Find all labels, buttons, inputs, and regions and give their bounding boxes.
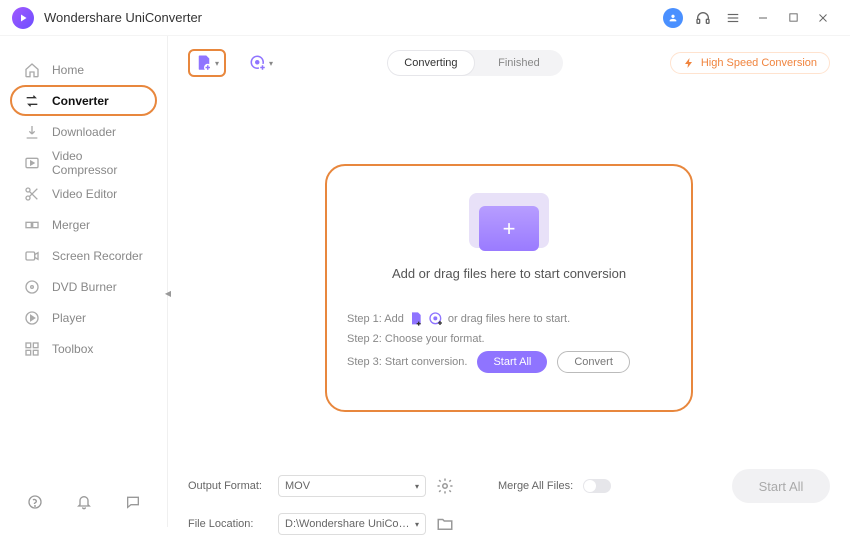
sidebar-item-downloader[interactable]: Downloader [0, 116, 167, 147]
bolt-icon [683, 57, 695, 69]
merge-files-label: Merge All Files: [498, 480, 573, 492]
steps: Step 1: Add or drag files here to start.… [343, 311, 675, 373]
sidebar-item-label: Downloader [52, 125, 116, 139]
grid-icon [24, 341, 40, 357]
add-disc-button[interactable]: ▾ [242, 49, 280, 77]
sidebar-item-player[interactable]: Player [0, 302, 167, 333]
chat-icon[interactable] [122, 491, 143, 513]
output-format-select[interactable]: MOV ▾ [278, 475, 426, 497]
high-speed-conversion-button[interactable]: High Speed Conversion [670, 52, 830, 74]
chevron-down-icon: ▾ [415, 482, 419, 491]
drop-text: Add or drag files here to start conversi… [343, 266, 675, 281]
step-3: Step 3: Start conversion. Start All Conv… [347, 351, 671, 373]
step-1: Step 1: Add or drag files here to start. [347, 311, 671, 327]
home-icon [24, 62, 40, 78]
folder-plus-icon: + [459, 188, 559, 258]
start-all-main-button[interactable]: Start All [732, 469, 830, 503]
compress-icon [24, 155, 40, 171]
sidebar-item-toolbox[interactable]: Toolbox [0, 333, 167, 364]
settings-icon[interactable] [436, 477, 454, 495]
tab-converting[interactable]: Converting [387, 50, 475, 76]
sidebar-item-dvd[interactable]: DVD Burner [0, 271, 167, 302]
sidebar-item-merger[interactable]: Merger [0, 209, 167, 240]
record-icon [24, 248, 40, 264]
sidebar: Home Converter Downloader Video Compress… [0, 36, 168, 527]
download-icon [24, 124, 40, 140]
tabs: Converting Finished [387, 50, 563, 76]
content: ▾ ▾ Converting Finished High Speed Conve… [168, 36, 850, 527]
sidebar-item-label: DVD Burner [52, 280, 117, 294]
headset-icon[interactable] [692, 7, 714, 29]
disc-plus-icon [428, 311, 444, 327]
drop-zone[interactable]: + Add or drag files here to start conver… [325, 164, 693, 412]
converter-icon [24, 93, 40, 109]
folder-icon[interactable] [436, 515, 454, 533]
bottom-bar: Output Format: MOV ▾ Merge All Files: St… [182, 463, 836, 527]
toolbar: ▾ ▾ Converting Finished High Speed Conve… [182, 42, 836, 84]
disc-icon [24, 279, 40, 295]
close-button[interactable] [812, 7, 834, 29]
merge-icon [24, 217, 40, 233]
titlebar: Wondershare UniConverter [0, 0, 850, 36]
file-location-select[interactable]: D:\Wondershare UniConverter ▾ [278, 513, 426, 535]
tab-finished[interactable]: Finished [475, 50, 563, 76]
chevron-down-icon: ▾ [415, 520, 419, 529]
main: Home Converter Downloader Video Compress… [0, 36, 850, 527]
scissors-icon [24, 186, 40, 202]
output-format-label: Output Format: [188, 480, 268, 492]
sidebar-item-label: Merger [52, 218, 90, 232]
help-icon[interactable] [24, 491, 45, 513]
chevron-down-icon: ▾ [269, 59, 273, 68]
maximize-button[interactable] [782, 7, 804, 29]
sidebar-item-converter[interactable]: Converter [10, 85, 157, 116]
sidebar-item-label: Home [52, 63, 84, 77]
app-title: Wondershare UniConverter [44, 10, 202, 25]
sidebar-item-compressor[interactable]: Video Compressor [0, 147, 167, 178]
file-location-label: File Location: [188, 518, 268, 530]
sidebar-item-editor[interactable]: Video Editor [0, 178, 167, 209]
step-2: Step 2: Choose your format. [347, 333, 671, 345]
sidebar-collapse-button[interactable]: ◀ [161, 281, 175, 305]
menu-icon[interactable] [722, 7, 744, 29]
sidebar-item-label: Video Compressor [52, 149, 151, 177]
chevron-down-icon: ▾ [215, 59, 219, 68]
play-icon [24, 310, 40, 326]
panel: ▾ ▾ Converting Finished High Speed Conve… [182, 42, 836, 463]
sidebar-item-recorder[interactable]: Screen Recorder [0, 240, 167, 271]
start-all-button[interactable]: Start All [477, 351, 547, 373]
bell-icon[interactable] [73, 491, 94, 513]
sidebar-item-label: Converter [52, 94, 109, 108]
sidebar-item-label: Screen Recorder [52, 249, 143, 263]
user-avatar[interactable] [662, 7, 684, 29]
merge-files-toggle[interactable] [583, 479, 611, 493]
sidebar-item-home[interactable]: Home [0, 54, 167, 85]
minimize-button[interactable] [752, 7, 774, 29]
sidebar-item-label: Player [52, 311, 86, 325]
convert-button[interactable]: Convert [557, 351, 630, 373]
add-file-button[interactable]: ▾ [188, 49, 226, 77]
file-plus-icon [408, 311, 424, 327]
sidebar-item-label: Toolbox [52, 342, 93, 356]
sidebar-item-label: Video Editor [52, 187, 117, 201]
app-logo [12, 7, 34, 29]
